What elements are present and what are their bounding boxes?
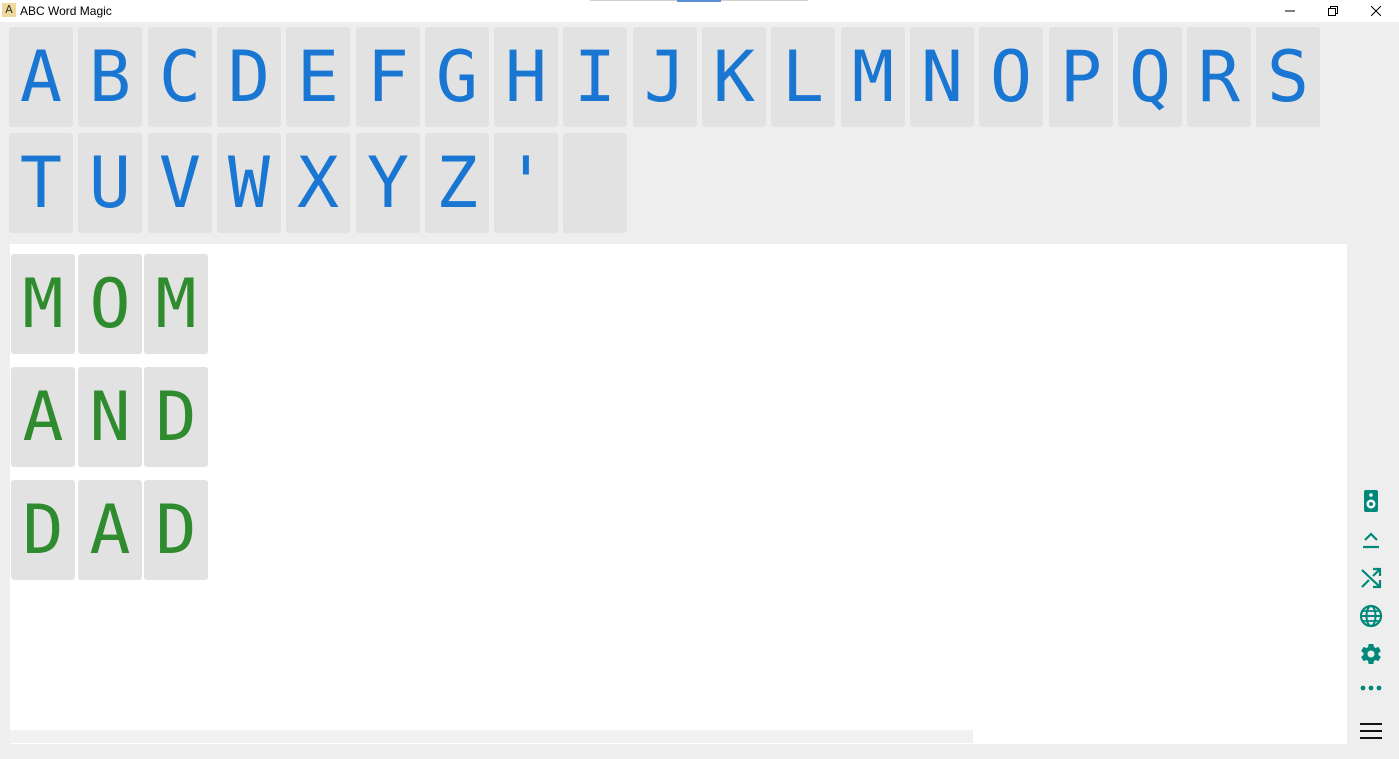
word-tile[interactable]: A (11, 367, 75, 467)
close-button[interactable] (1354, 0, 1398, 22)
word-tile[interactable]: D (144, 367, 208, 467)
letter-key-h[interactable]: H (494, 27, 558, 127)
letter-key-n[interactable]: N (910, 27, 974, 127)
hamburger-menu-icon[interactable] (1357, 717, 1385, 745)
gear-icon[interactable] (1357, 640, 1385, 668)
letter-key-i[interactable]: I (563, 27, 627, 127)
word-tile[interactable]: M (11, 254, 75, 354)
title-bar-indicator-active (677, 0, 721, 2)
title-bar: A ABC Word Magic (0, 0, 1399, 22)
letter-key-z[interactable]: Z (425, 133, 489, 233)
letter-key-l[interactable]: L (771, 27, 835, 127)
letter-key-u[interactable]: U (78, 133, 142, 233)
more-icon[interactable] (1357, 674, 1385, 702)
letter-key-w[interactable]: W (217, 133, 281, 233)
letter-key-m[interactable]: M (841, 27, 905, 127)
word-tile[interactable]: O (78, 254, 142, 354)
minimize-icon (1285, 10, 1295, 12)
letter-key-t[interactable]: T (9, 133, 73, 233)
letter-key-s[interactable]: S (1256, 27, 1320, 127)
shuffle-icon[interactable] (1357, 564, 1385, 592)
word-workspace[interactable]: MOMANDDAD (10, 244, 1347, 744)
app-icon: A (2, 3, 16, 17)
letter-key-d[interactable]: D (217, 27, 281, 127)
word-tile[interactable]: N (78, 367, 142, 467)
letter-key-apostrophe[interactable]: ' (494, 133, 558, 233)
letter-key-o[interactable]: O (979, 27, 1043, 127)
globe-icon[interactable] (1357, 602, 1385, 630)
letter-key-p[interactable]: P (1049, 27, 1113, 127)
letter-key-c[interactable]: C (148, 27, 212, 127)
restore-button[interactable] (1311, 0, 1355, 22)
letter-key-q[interactable]: Q (1118, 27, 1182, 127)
word-tile[interactable]: M (144, 254, 208, 354)
blank-key[interactable] (563, 133, 627, 233)
letter-key-e[interactable]: E (286, 27, 350, 127)
word-tile[interactable]: D (11, 480, 75, 580)
horizontal-scrollbar[interactable] (10, 730, 973, 743)
close-icon (1371, 6, 1381, 16)
letter-key-r[interactable]: R (1187, 27, 1251, 127)
letter-key-y[interactable]: Y (356, 133, 420, 233)
letter-key-x[interactable]: X (286, 133, 350, 233)
collapse-up-icon[interactable] (1357, 526, 1385, 554)
window-title: ABC Word Magic (20, 4, 112, 18)
word-tile[interactable]: D (144, 480, 208, 580)
letter-key-f[interactable]: F (356, 27, 420, 127)
letter-key-b[interactable]: B (78, 27, 142, 127)
letter-key-v[interactable]: V (148, 133, 212, 233)
word-tile[interactable]: A (78, 480, 142, 580)
minimize-button[interactable] (1268, 0, 1312, 22)
letter-key-k[interactable]: K (702, 27, 766, 127)
letter-key-g[interactable]: G (425, 27, 489, 127)
restore-icon (1328, 6, 1338, 16)
letter-key-j[interactable]: J (633, 27, 697, 127)
speaker-icon[interactable] (1357, 487, 1385, 515)
letter-key-a[interactable]: A (9, 27, 73, 127)
